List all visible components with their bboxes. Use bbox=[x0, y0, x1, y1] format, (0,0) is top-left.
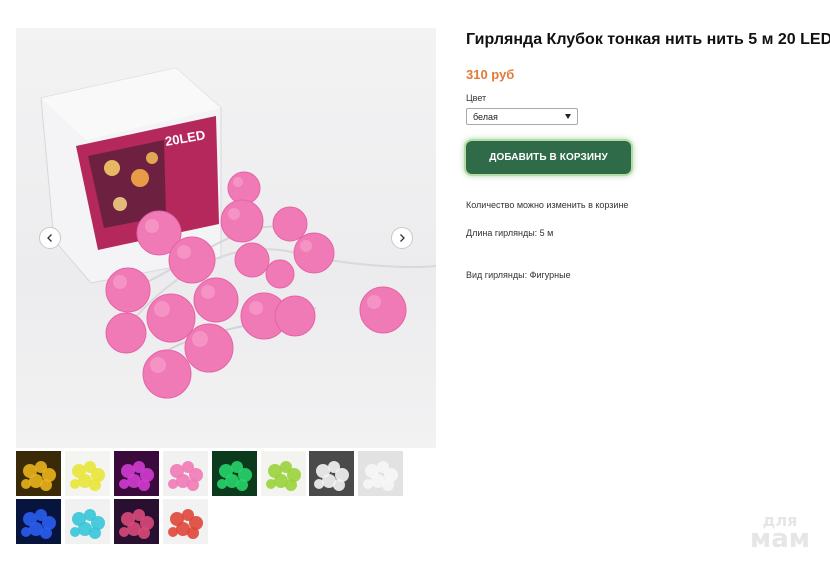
gallery-next-button[interactable] bbox=[391, 227, 413, 249]
site-watermark-logo: для мам bbox=[743, 512, 817, 555]
gallery-thumbnail[interactable] bbox=[64, 499, 110, 544]
gallery-thumbnail[interactable] bbox=[16, 499, 61, 544]
thumbnail-image bbox=[118, 509, 154, 539]
quantity-note: Количество можно изменить в корзине bbox=[466, 200, 629, 210]
garland-photo: 20LED bbox=[40, 67, 436, 399]
add-to-cart-button[interactable]: ДОБАВИТЬ В КОРЗИНУ bbox=[466, 141, 631, 174]
thumbnail-image bbox=[21, 461, 56, 491]
gallery-prev-button[interactable] bbox=[39, 227, 61, 249]
thumbnail-image bbox=[216, 461, 252, 491]
main-product-image: 20LED bbox=[16, 28, 436, 448]
dropdown-arrow-icon bbox=[565, 114, 571, 119]
color-label: Цвет bbox=[466, 93, 487, 103]
gallery-thumbnail[interactable] bbox=[309, 451, 355, 496]
gallery-thumbnail[interactable] bbox=[16, 451, 61, 496]
product-gallery: 20LED bbox=[16, 28, 436, 448]
gallery-thumbnail[interactable] bbox=[113, 451, 159, 496]
color-select[interactable]: белая bbox=[466, 108, 578, 125]
product-price: 310 руб bbox=[466, 67, 515, 82]
color-select-value: белая bbox=[473, 112, 498, 122]
chevron-right-icon bbox=[400, 234, 405, 242]
watermark-line2: мам bbox=[749, 524, 811, 555]
thumbnail-image bbox=[69, 461, 105, 491]
thumbnail-image bbox=[69, 509, 105, 539]
thumbnail-image bbox=[21, 509, 56, 539]
thumbnail-image bbox=[118, 461, 154, 491]
garland-type: Вид гирлянды: Фигурные bbox=[466, 270, 571, 280]
thumbnail-image bbox=[265, 461, 301, 491]
gallery-thumbnail[interactable] bbox=[358, 451, 404, 496]
gallery-thumbnail[interactable] bbox=[260, 451, 306, 496]
gallery-thumbnail[interactable] bbox=[162, 451, 208, 496]
gallery-thumbnail[interactable] bbox=[113, 499, 159, 544]
thumbnail-image bbox=[167, 461, 203, 491]
thumbnail-image bbox=[363, 461, 399, 491]
gallery-thumbnail[interactable] bbox=[211, 451, 257, 496]
garland-length: Длина гирлянды: 5 м bbox=[466, 228, 554, 238]
thumbnail-image bbox=[167, 509, 203, 539]
gallery-thumbnail[interactable] bbox=[64, 451, 110, 496]
chevron-left-icon bbox=[47, 234, 52, 242]
thumbnail-image bbox=[314, 461, 350, 491]
gallery-thumbnail[interactable] bbox=[162, 499, 208, 544]
product-title: Гирлянда Клубок тонкая нить нить 5 м 20 … bbox=[466, 31, 830, 48]
